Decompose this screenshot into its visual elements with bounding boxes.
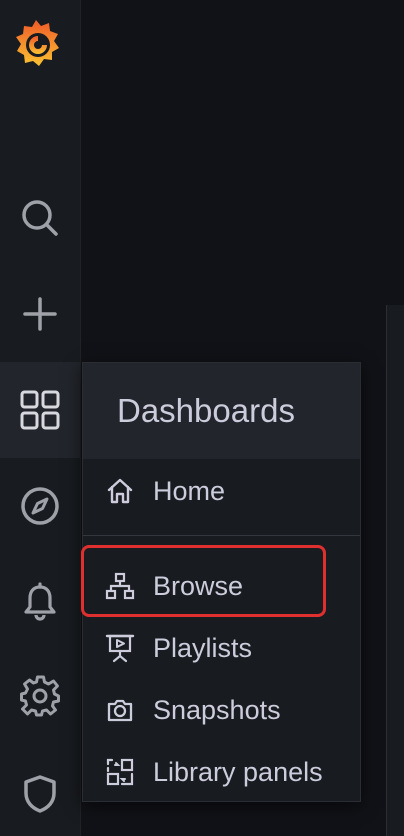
compass-icon: [21, 487, 59, 525]
menu-item-label: Snapshots: [153, 694, 281, 725]
shield-icon: [24, 775, 56, 813]
grafana-logo[interactable]: [8, 14, 64, 74]
explore-nav-button[interactable]: [0, 466, 80, 546]
configuration-nav-button[interactable]: [0, 656, 80, 736]
create-nav-button[interactable]: [0, 274, 80, 354]
sidebar: [0, 0, 81, 836]
menu-item-library-panels[interactable]: Library panels: [83, 744, 360, 800]
plus-icon: [23, 297, 57, 331]
bell-icon: [24, 582, 56, 621]
server-admin-nav-button[interactable]: [0, 754, 80, 834]
menu-item-label: Home: [153, 475, 226, 506]
browse-highlight-box: [81, 545, 326, 617]
menu-item-home[interactable]: Home: [83, 463, 360, 519]
menu-item-playlists[interactable]: Playlists: [83, 620, 360, 676]
dashboards-nav-button[interactable]: [0, 362, 80, 458]
menu-item-snapshots[interactable]: Snapshots: [83, 682, 360, 738]
menu-item-label: Playlists: [153, 632, 253, 663]
search-nav-button[interactable]: [0, 178, 80, 258]
menu-item-label: Library panels: [153, 756, 323, 787]
app-window: Dashboards Home Browse Playlists Snapsho…: [0, 0, 404, 836]
search-icon: [22, 200, 58, 236]
camera-icon: [107, 699, 133, 722]
menu-divider: [83, 535, 360, 536]
alerting-nav-button[interactable]: [0, 562, 80, 642]
home-icon: [107, 478, 133, 504]
dashboards-grid-icon: [20, 390, 60, 430]
gear-icon: [20, 675, 60, 717]
presentation-icon: [105, 634, 135, 663]
content-panel-edge: [386, 305, 404, 836]
menu-title[interactable]: Dashboards: [83, 363, 360, 459]
library-panels-icon: [106, 758, 134, 786]
